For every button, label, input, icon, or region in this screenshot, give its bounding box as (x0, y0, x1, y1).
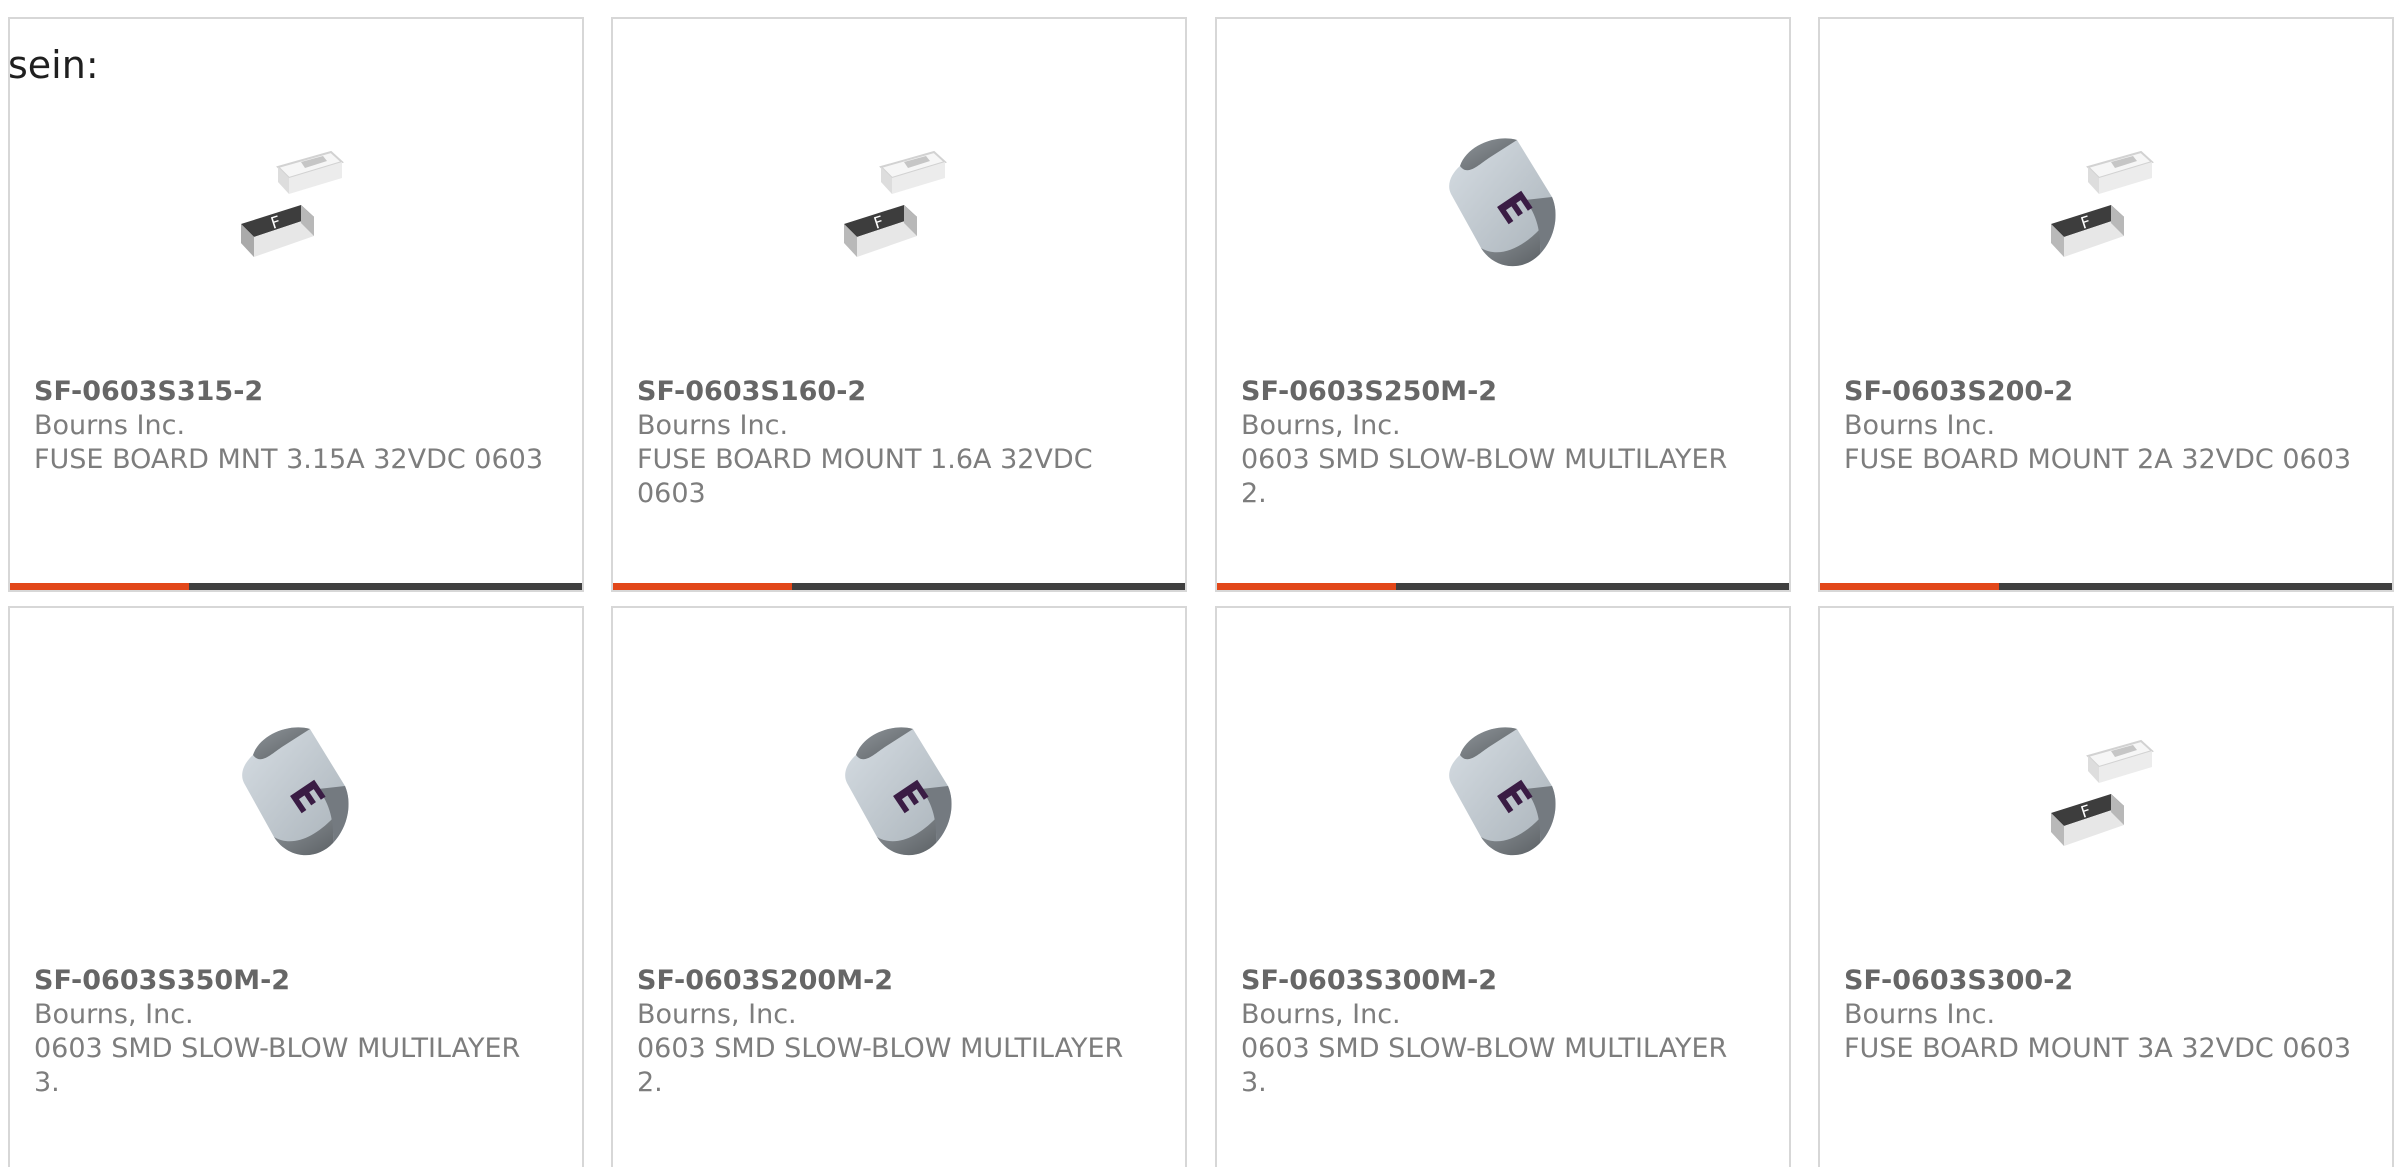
product-description: FUSE BOARD MNT 3.15A 32VDC 0603 (34, 444, 544, 475)
progress-bar (1820, 583, 2392, 590)
progress-bar-accent (1217, 583, 1397, 590)
part-number[interactable]: SF-0603S200M-2 (637, 964, 1157, 998)
manufacturer-name: Bourns Inc. (1844, 999, 1996, 1030)
progress-bar-accent (1820, 583, 2000, 590)
fuse-pair-image: F (241, 150, 344, 257)
manufacturer-name: Bourns Inc. (637, 410, 789, 441)
multilayer-fuse-image: E (242, 726, 349, 855)
fuse-pair-image: F (844, 150, 947, 257)
progress-bar (10, 583, 582, 590)
part-number[interactable]: SF-0603S300-2 (1844, 964, 2364, 998)
progress-bar (613, 583, 1185, 590)
manufacturer-name: Bourns Inc. (34, 410, 186, 441)
manufacturer-name: Bourns, Inc. (1241, 999, 1401, 1030)
product-description: 0603 SMD SLOW-BLOW MULTILAYER 2. (637, 1033, 1124, 1098)
part-number[interactable]: SF-0603S315-2 (34, 375, 554, 409)
product-card[interactable]: F SF-0603S315-2 Bourns Inc. FUSE BOARD M… (8, 17, 584, 592)
manufacturer-name: Bourns, Inc. (34, 999, 194, 1030)
product-card[interactable]: F SF-0603S160-2 Bourns Inc. FUSE BOARD M… (611, 17, 1187, 592)
product-card[interactable]: E SF-0603S250M-2 Bourns, Inc. 0603 SMD S… (1215, 17, 1791, 592)
part-number[interactable]: SF-0603S200-2 (1844, 375, 2364, 409)
multilayer-fuse-image: E (845, 726, 952, 855)
product-description: FUSE BOARD MOUNT 3A 32VDC 0603 (1844, 1033, 2352, 1064)
multilayer-fuse-image: E (1449, 137, 1556, 266)
part-number[interactable]: SF-0603S350M-2 (34, 964, 554, 998)
manufacturer-name: Bourns, Inc. (637, 999, 797, 1030)
manufacturer-name: Bourns Inc. (1844, 410, 1996, 441)
part-number[interactable]: SF-0603S160-2 (637, 375, 1157, 409)
progress-bar-accent (10, 583, 190, 590)
progress-bar-accent (613, 583, 793, 590)
part-number[interactable]: SF-0603S300M-2 (1241, 964, 1761, 998)
product-image[interactable]: F (10, 94, 582, 309)
product-card[interactable]: F SF-0603S300-2 Bourns Inc. FUSE BOARD M… (1818, 606, 2394, 1167)
product-card[interactable]: E SF-0603S200M-2 Bourns, Inc. 0603 SMD S… (611, 606, 1187, 1167)
product-image[interactable]: E (613, 683, 1185, 898)
intro-text: sein: (8, 43, 99, 87)
product-image[interactable]: F (1820, 683, 2392, 898)
part-number[interactable]: SF-0603S250M-2 (1241, 375, 1761, 409)
product-description: FUSE BOARD MOUNT 2A 32VDC 0603 (1844, 444, 2352, 475)
product-description: FUSE BOARD MOUNT 1.6A 32VDC 0603 (637, 444, 1093, 509)
product-image[interactable]: E (1217, 94, 1789, 309)
manufacturer-name: Bourns, Inc. (1241, 410, 1401, 441)
fuse-pair-image: F (2051, 739, 2154, 846)
product-description: 0603 SMD SLOW-BLOW MULTILAYER 3. (1241, 1033, 1728, 1098)
product-card[interactable]: E SF-0603S300M-2 Bourns, Inc. 0603 SMD S… (1215, 606, 1791, 1167)
product-image[interactable]: E (1217, 683, 1789, 898)
product-card[interactable]: E SF-0603S350M-2 Bourns, Inc. 0603 SMD S… (8, 606, 584, 1167)
product-description: 0603 SMD SLOW-BLOW MULTILAYER 3. (34, 1033, 521, 1098)
product-image[interactable]: F (1820, 94, 2392, 309)
product-grid-page: { "intro_text": "sein:", "products": [ {… (0, 0, 2400, 1167)
multilayer-fuse-image: E (1449, 726, 1556, 855)
product-card[interactable]: F SF-0603S200-2 Bourns Inc. FUSE BOARD M… (1818, 17, 2394, 592)
fuse-pair-image: F (2051, 150, 2154, 257)
progress-bar (1217, 583, 1789, 590)
product-image[interactable]: E (10, 683, 582, 898)
product-description: 0603 SMD SLOW-BLOW MULTILAYER 2. (1241, 444, 1728, 509)
product-image[interactable]: F (613, 94, 1185, 309)
